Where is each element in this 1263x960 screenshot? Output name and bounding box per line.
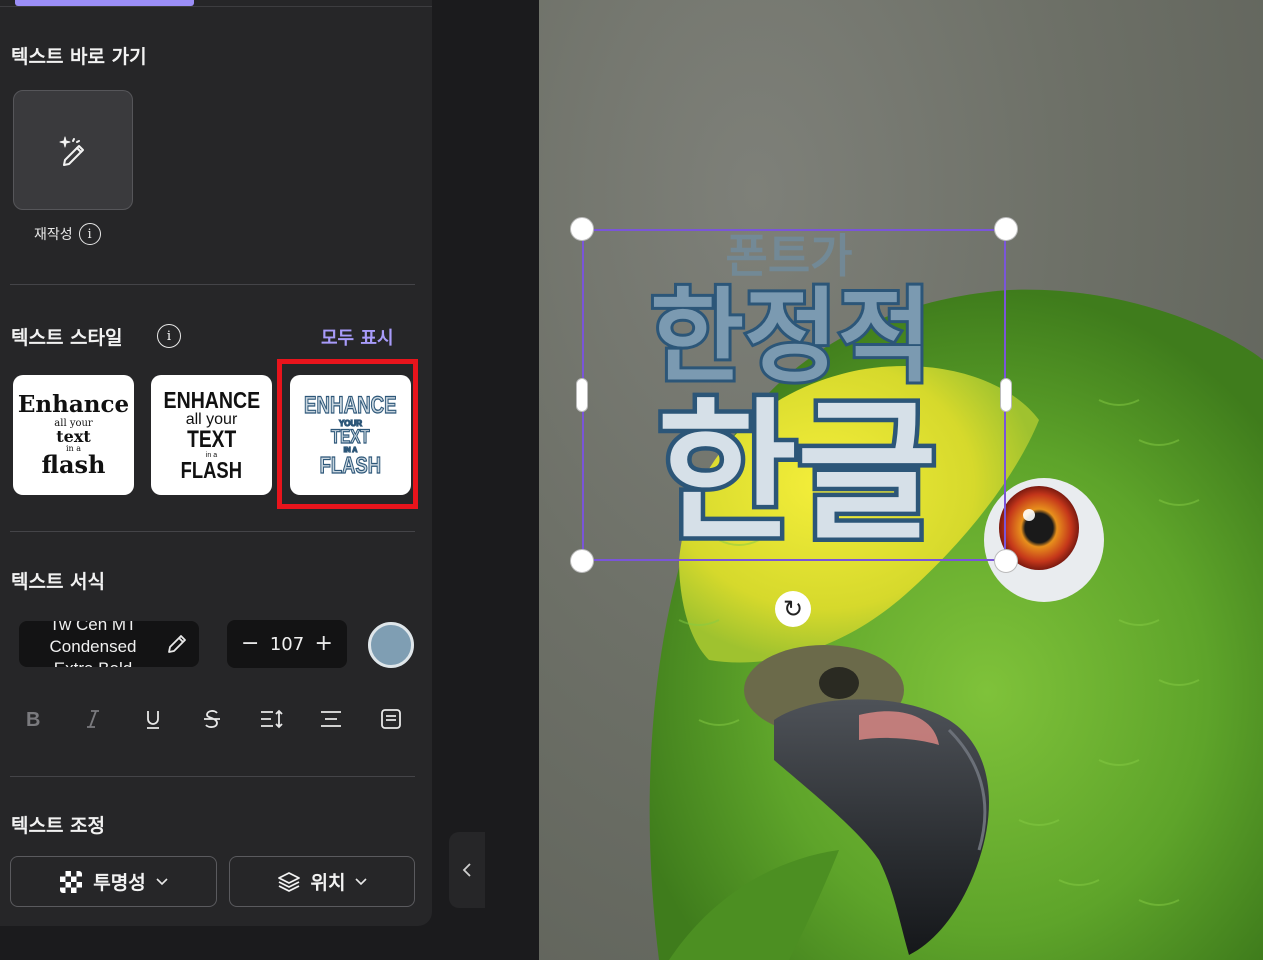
font-name-line: Condensed [49, 637, 137, 656]
card2-line3: TEXT [186, 425, 237, 453]
resize-handle-top-right[interactable] [994, 217, 1018, 241]
font-name-line: Extra Bold [27, 658, 159, 667]
align-center-icon[interactable] [317, 705, 345, 733]
section-divider [10, 531, 415, 532]
resize-handle-bottom-right[interactable] [994, 549, 1018, 573]
chevron-down-icon [355, 877, 368, 885]
decrease-size-button[interactable]: − [241, 633, 259, 655]
italic-icon[interactable] [79, 705, 107, 733]
section-divider [10, 776, 415, 777]
text-style-card-2[interactable]: ENHANCE all your TEXT in a FLASH [151, 375, 272, 495]
text-properties-panel: 텍스트 바로 가기 재작성 i 텍스트 스타일 i 모두 표시 Enhance … [0, 0, 432, 926]
pencil-icon[interactable] [165, 632, 189, 656]
card1-line1: Enhance [17, 391, 130, 418]
font-name: Tw Cen MT Condensed Extra Bold [27, 621, 159, 667]
card2-line5: FLASH [180, 456, 243, 483]
opacity-dropdown[interactable]: 투명성 [10, 856, 217, 907]
font-name-line: Tw Cen MT [49, 621, 137, 634]
underline-icon[interactable] [139, 705, 167, 733]
resize-handle-left[interactable] [576, 378, 588, 412]
opacity-label: 투명성 [93, 872, 146, 894]
collapse-panel-button[interactable] [449, 832, 485, 908]
checkerboard-icon [60, 870, 83, 893]
card1-line5: flash [41, 450, 106, 479]
rewrite-info-icon[interactable]: i [78, 223, 101, 245]
svg-text:B: B [26, 709, 40, 730]
text-format-title: 텍스트 서식 [11, 571, 106, 593]
text-style-card-1[interactable]: Enhance all your text in a flash [13, 375, 134, 495]
text-color-swatch[interactable] [368, 622, 414, 668]
resize-handle-bottom-left[interactable] [570, 549, 594, 573]
show-all-link[interactable]: 모두 표시 [321, 324, 394, 350]
chevron-down-icon [156, 877, 168, 885]
text-style-title: 텍스트 스타일 [11, 327, 123, 349]
font-size-value[interactable]: 107 [270, 634, 304, 655]
card1-line3: text [56, 427, 91, 446]
strikethrough-icon[interactable] [198, 705, 226, 733]
increase-size-button[interactable]: + [315, 633, 333, 655]
rewrite-button[interactable] [13, 90, 133, 210]
position-dropdown[interactable]: 위치 [229, 856, 415, 907]
text-adjust-title: 텍스트 조정 [11, 815, 106, 837]
selection-box [582, 229, 1006, 561]
card2-line1: ENHANCE [163, 386, 260, 413]
tab-divider [0, 6, 432, 7]
text-shortcuts-title: 텍스트 바로 가기 [11, 46, 147, 68]
line-spacing-icon[interactable] [258, 705, 286, 733]
layers-icon [277, 871, 300, 892]
font-family-selector[interactable]: Tw Cen MT Condensed Extra Bold [19, 621, 199, 667]
rewrite-label-row: 재작성 i [34, 223, 101, 245]
font-size-stepper: − 107 + [227, 620, 347, 668]
resize-handle-top-left[interactable] [570, 217, 594, 241]
section-divider [10, 284, 415, 285]
resize-handle-right[interactable] [1000, 378, 1012, 412]
text-style-info-icon[interactable]: i [157, 324, 181, 348]
text-box-icon[interactable] [377, 705, 405, 733]
position-label: 위치 [310, 872, 346, 894]
magic-pen-icon [59, 136, 84, 166]
selected-style-highlight [277, 359, 418, 509]
rotate-handle[interactable]: ↻ [775, 591, 811, 627]
chevron-left-icon [462, 863, 471, 877]
bold-icon[interactable]: B [20, 705, 48, 733]
rewrite-label: 재작성 [34, 227, 73, 243]
